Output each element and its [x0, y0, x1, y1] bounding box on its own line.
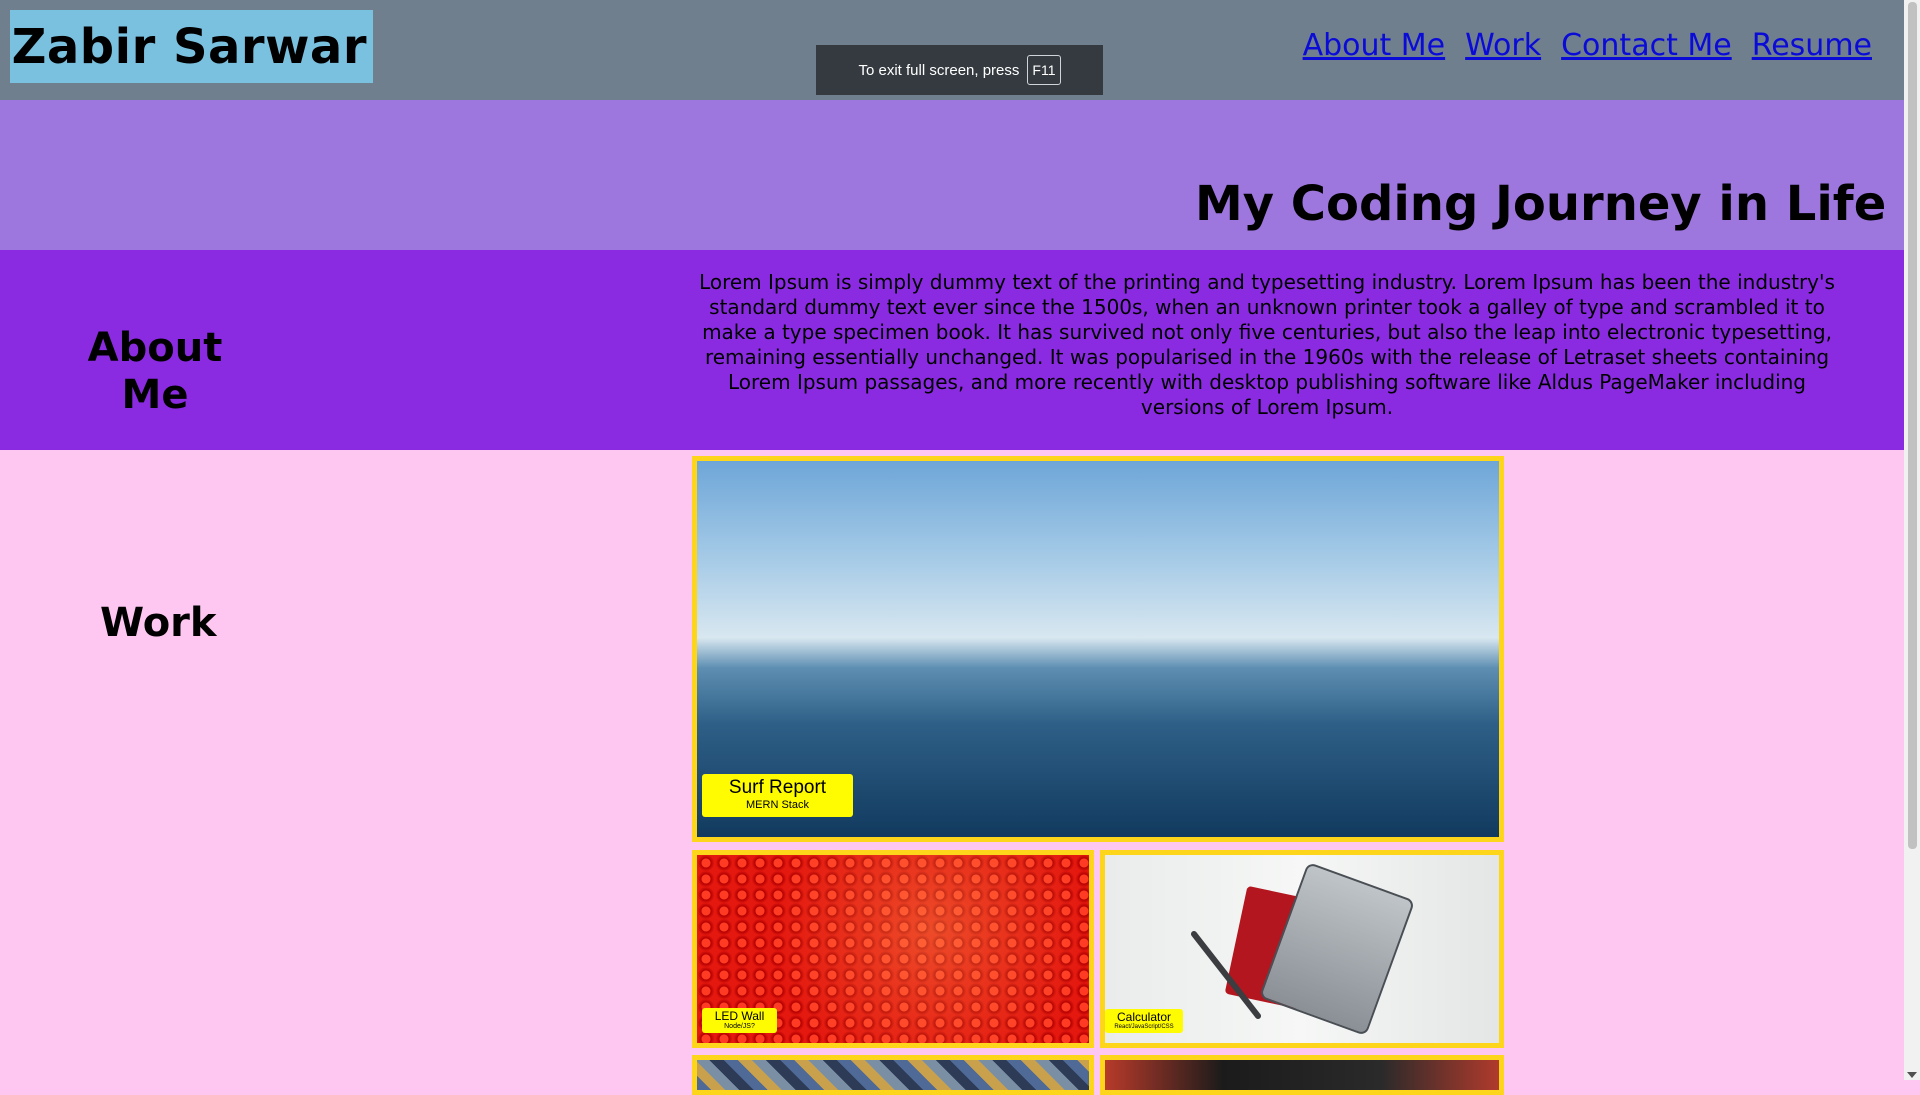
project-stack: Node/JS?	[724, 1023, 755, 1031]
scrollbar-thumb[interactable]	[1908, 2, 1917, 849]
nav-link-work[interactable]: Work	[1465, 28, 1541, 63]
brand-name: Zabir Sarwar	[11, 18, 367, 75]
project-tile-calculator[interactable]: Calculator React/JavaScript/CSS	[1100, 850, 1504, 1048]
about-body: Lorem Ipsum is simply dummy text of the …	[699, 270, 1835, 419]
project-label: Calculator React/JavaScript/CSS	[1105, 1009, 1183, 1033]
project-tile-puzzle[interactable]	[692, 1055, 1094, 1095]
fullscreen-notice-text: To exit full screen, press	[858, 61, 1020, 79]
project-title: Calculator	[1116, 1010, 1172, 1025]
project-stack: MERN Stack	[746, 798, 809, 811]
project-tile-dark[interactable]	[1100, 1055, 1504, 1095]
nav-link-about-me[interactable]: About Me	[1303, 28, 1446, 63]
project-tile-surf-report[interactable]: Surf Report MERN Stack	[692, 456, 1504, 842]
nav-link-contact-me[interactable]: Contact Me	[1561, 28, 1732, 63]
project-title: LED Wall	[714, 1009, 765, 1024]
scroll-down-arrow-icon[interactable]	[1907, 1072, 1917, 1078]
calculator-image	[1258, 861, 1416, 1037]
fullscreen-notice: To exit full screen, press F11	[816, 45, 1103, 95]
main-nav: About Me Work Contact Me Resume	[1303, 28, 1872, 63]
page-scrollbar[interactable]	[1904, 0, 1920, 1080]
about-heading: About Me	[87, 325, 223, 418]
hero-title: My Coding Journey in Life	[1195, 176, 1887, 232]
project-title: Surf Report	[728, 777, 827, 799]
project-stack: React/JavaScript/CSS	[1114, 1024, 1174, 1031]
about-section: About Me Lorem Ipsum is simply dummy tex…	[0, 250, 1904, 450]
f11-key: F11	[1027, 55, 1061, 85]
work-heading: Work	[100, 600, 217, 646]
project-label: Surf Report MERN Stack	[702, 774, 853, 817]
nav-link-resume[interactable]: Resume	[1752, 28, 1872, 63]
project-tile-led-wall[interactable]: LED Wall Node/JS?	[692, 850, 1094, 1048]
brand-logo[interactable]: Zabir Sarwar	[10, 10, 373, 83]
project-label: LED Wall Node/JS?	[702, 1008, 777, 1033]
